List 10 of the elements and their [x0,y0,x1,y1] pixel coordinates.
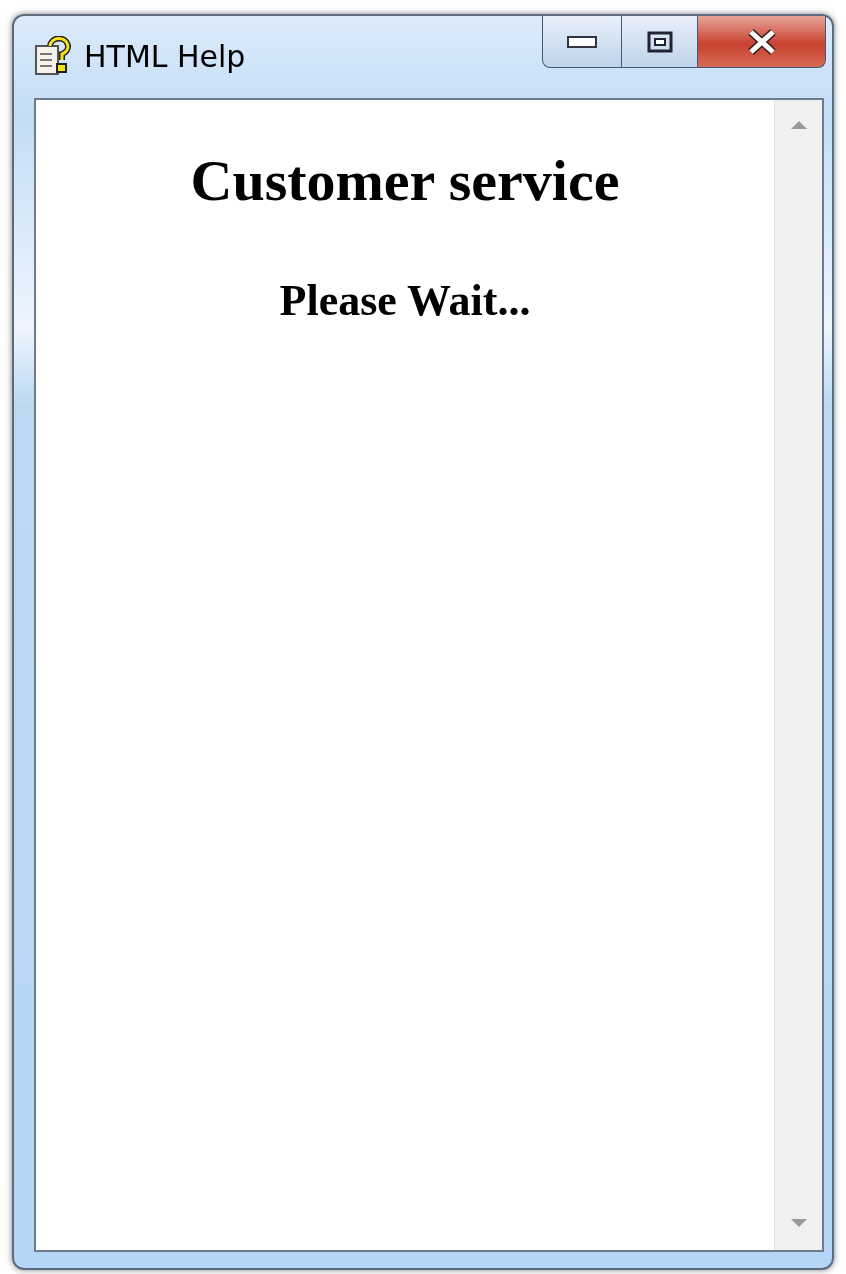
maximize-icon [646,30,673,53]
minimize-icon [567,35,597,48]
minimize-button[interactable] [542,16,622,68]
close-button[interactable] [698,16,826,68]
help-icon [34,36,72,76]
heading: Customer service [189,147,621,215]
loading-message: Please Wait... [279,274,531,327]
maximize-button[interactable] [622,16,698,68]
window-title: HTML Help [84,37,246,76]
close-icon [746,28,777,55]
